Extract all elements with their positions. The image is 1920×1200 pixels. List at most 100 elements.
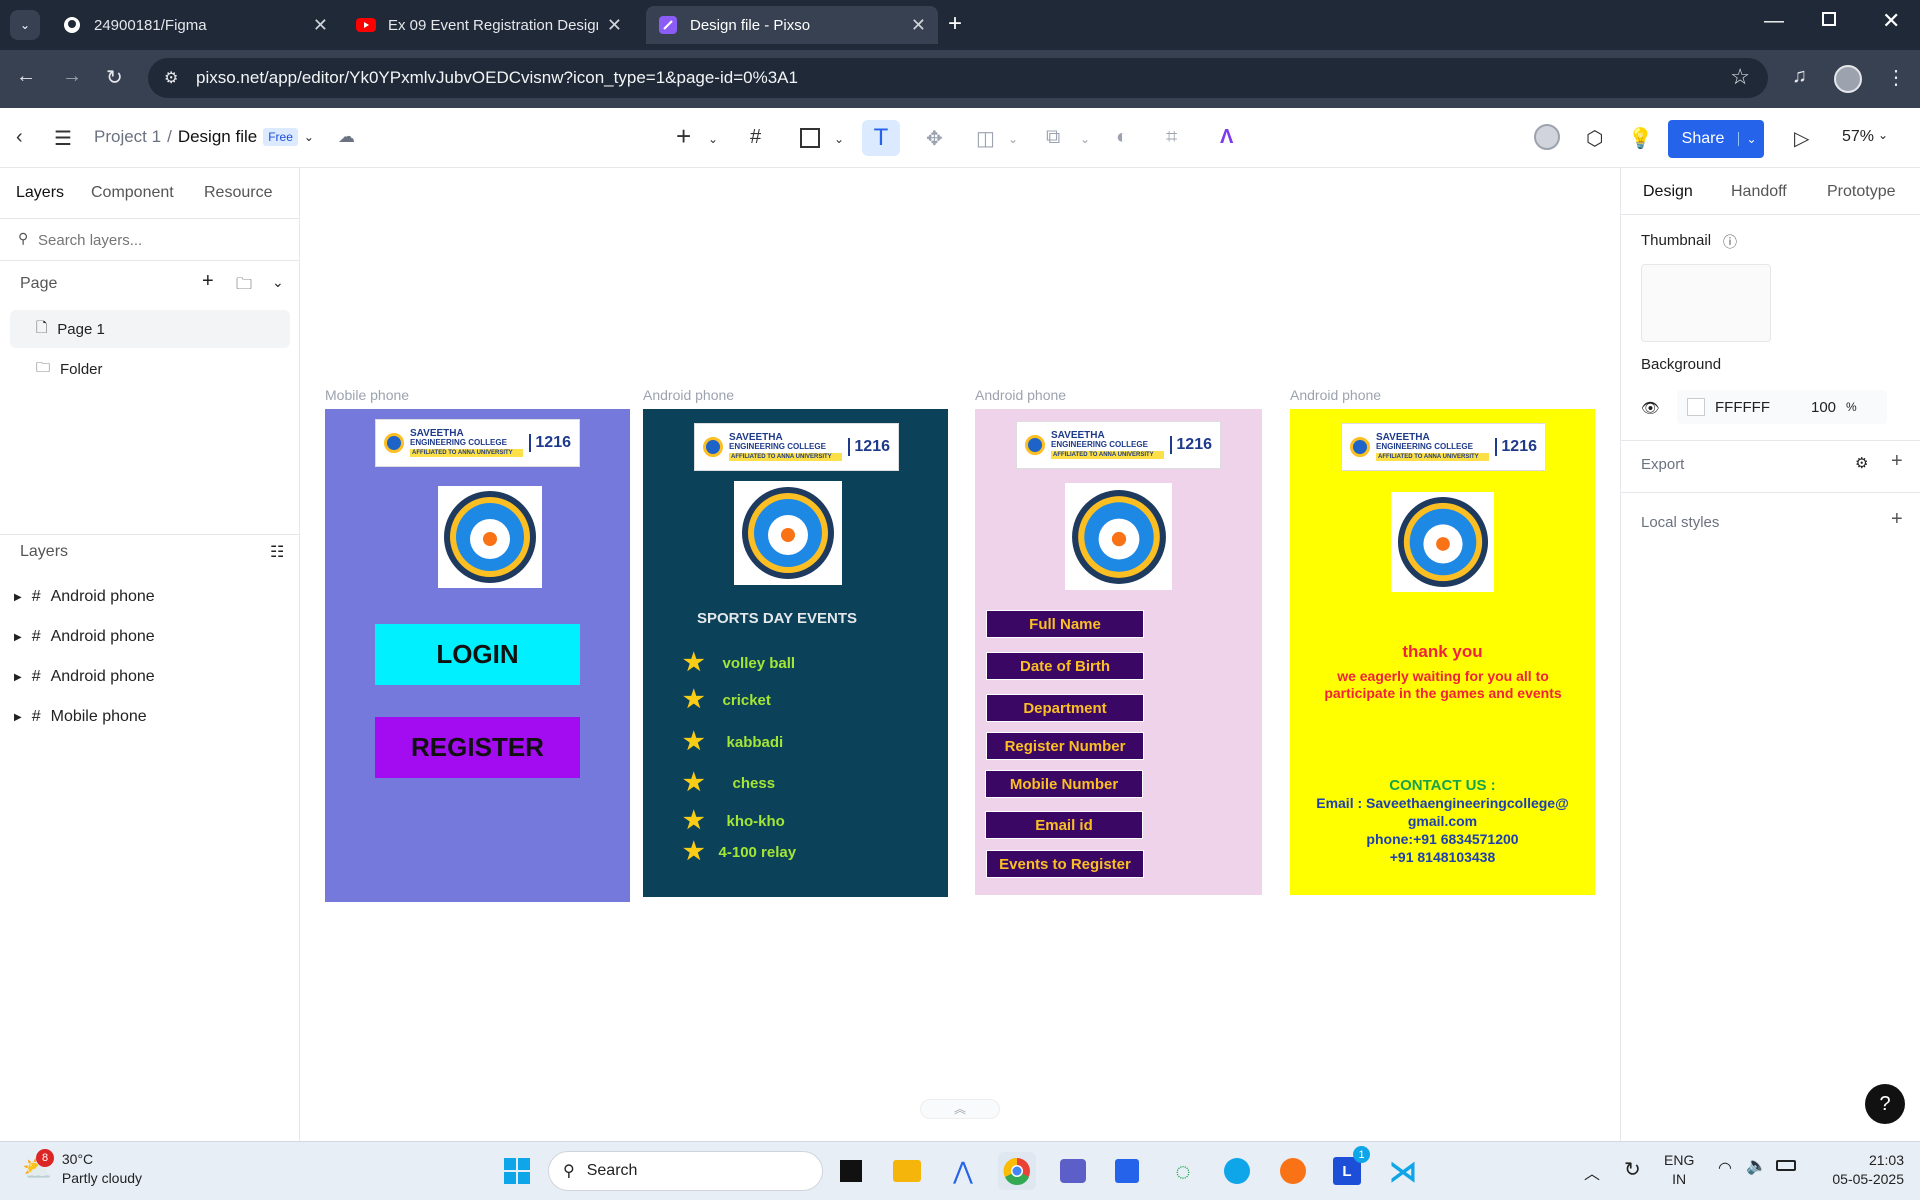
register-button[interactable]: REGISTER [375,717,580,778]
site-settings-icon[interactable]: ⚙ [164,68,178,88]
frame-android-phone-form[interactable]: SAVEETHA ENGINEERING COLLEGE AFFILIATED TO… [975,409,1262,895]
clock[interactable]: 21:03 05-05-2025 [1818,1151,1904,1189]
ai-tool-icon[interactable]: Λ [1220,126,1233,149]
bookmark-star-icon[interactable]: ☆ [1730,64,1750,90]
layer-options-icon[interactable]: ☷ [270,542,284,562]
battery-icon[interactable] [1776,1160,1796,1171]
chevron-down-icon[interactable]: ⌄ [708,132,718,146]
chevron-up-icon[interactable]: ︿ [1584,1160,1600,1184]
page-item-page-1[interactable]: 🗋 Page 1 [10,310,290,348]
file-explorer-icon[interactable] [888,1152,926,1190]
windows-start-icon[interactable] [498,1152,536,1190]
collapse-handle[interactable]: ︽ [920,1099,1000,1119]
close-icon[interactable]: ✕ [911,15,926,36]
app-icon[interactable] [1274,1152,1312,1190]
mask-tool-icon[interactable]: ◐ [1116,126,1128,149]
chevron-down-icon[interactable]: ⌄ [1080,132,1090,146]
frame-label[interactable]: Mobile phone [325,387,409,403]
expand-caret-icon[interactable]: ▶ [14,672,22,683]
form-field-full-name[interactable]: Full Name [986,610,1144,638]
wifi-icon[interactable]: ◠ [1718,1158,1732,1178]
text-tool-button[interactable]: T [862,120,900,156]
restore-button[interactable] [1822,12,1836,26]
collaborator-avatar[interactable] [1534,124,1560,150]
vscode-icon[interactable]: ⋊ [1384,1152,1422,1190]
frame-android-phone-events[interactable]: SAVEETHA ENGINEERING COLLEGE AFFILIATED TO… [643,409,948,897]
tab-pixso[interactable]: Design file - Pixso ✕ [646,6,938,44]
form-field-mobile-number[interactable]: Mobile Number [985,770,1143,798]
form-field-register-number[interactable]: Register Number [986,732,1144,760]
search-layers-input[interactable] [38,226,288,254]
media-controls-icon[interactable]: ♫ [1792,65,1807,88]
right-tab-design[interactable]: Design [1643,183,1693,201]
close-icon[interactable]: ✕ [313,15,328,36]
plugins-icon[interactable]: ⬡ [1586,126,1603,151]
frame-android-phone-thanks[interactable]: SAVEETHA ENGINEERING COLLEGE AFFILIATED TO… [1290,409,1595,895]
close-window-button[interactable]: ✕ [1882,8,1900,34]
new-tab-button[interactable]: + [948,10,962,38]
color-swatch[interactable] [1687,398,1705,416]
frame-label[interactable]: Android phone [975,387,1066,403]
forward-icon[interactable]: → [62,65,82,88]
form-field-events-to-register[interactable]: Events to Register [986,850,1144,878]
url-field[interactable]: ⚙ pixso.net/app/editor/Yk0YPxmlvJubvOEDC… [148,58,1768,98]
chevron-down-icon[interactable]: ⌄ [304,130,314,144]
minimize-button[interactable]: — [1764,10,1784,33]
add-style-icon[interactable]: + [1891,508,1903,531]
folder-icon[interactable]: 🗀 [236,273,252,300]
tab-github[interactable]: 24900181/Figma ✕ [50,6,340,44]
info-icon[interactable]: ⓘ [1723,232,1737,252]
expand-caret-icon[interactable]: ▶ [14,632,22,643]
breadcrumb-project[interactable]: Project 1 [94,127,161,147]
frame-label[interactable]: Android phone [643,387,734,403]
language-indicator[interactable]: ENG IN [1664,1151,1694,1189]
share-button[interactable]: Share ⌄ [1668,120,1764,158]
taskbar-search[interactable]: ⚲ Search [548,1151,823,1191]
form-field-email-id[interactable]: Email id [985,811,1143,839]
export-settings-icon[interactable]: ⚙ [1855,454,1868,472]
component-tool-icon[interactable]: ✥ [926,126,943,151]
hamburger-menu-icon[interactable]: ☰ [54,126,72,151]
expand-caret-icon[interactable]: ▶ [14,712,22,723]
crop-tool-icon[interactable]: ⌗ [1166,126,1177,149]
teams-icon[interactable] [1054,1152,1092,1190]
sync-icon[interactable]: ↻ [1624,1157,1641,1182]
volume-icon[interactable]: 🔈 [1746,1156,1767,1176]
app-icon[interactable]: ◌ [1164,1152,1202,1190]
chevron-down-icon[interactable]: ⌄ [834,132,844,146]
add-tool-icon[interactable]: + [676,121,691,152]
present-play-icon[interactable]: ▷ [1794,126,1809,151]
tips-bulb-icon[interactable]: 💡 [1628,126,1653,151]
rectangle-tool-icon[interactable] [800,128,820,148]
add-page-icon[interactable]: + [202,270,214,293]
design-canvas[interactable]: Mobile phone SAVEETHA ENGINEERING COLLEGE… [300,168,1620,1141]
tab-list-dropdown[interactable]: ⌄ [10,10,40,40]
task-view-icon[interactable] [832,1152,870,1190]
chrome-icon[interactable] [998,1152,1036,1190]
layer-item[interactable]: ▶ # Android phone [14,668,155,686]
reload-icon[interactable]: ↻ [106,65,123,90]
thumbnail-preview[interactable] [1641,264,1771,342]
back-arrow-icon[interactable]: ‹ [16,126,23,149]
background-color-field[interactable]: FFFFFF 100 % [1677,390,1887,424]
help-button[interactable]: ? [1865,1084,1905,1124]
left-tab-resource[interactable]: Resource [204,184,272,202]
login-button[interactable]: LOGIN [375,624,580,685]
eye-icon[interactable]: 👁 [1641,399,1660,417]
chevron-down-icon[interactable]: ⌄ [1738,132,1764,146]
back-icon[interactable]: ← [16,65,36,88]
chevron-down-icon[interactable]: ⌄ [1008,132,1018,146]
boolean-tool-icon[interactable]: ◫ [976,126,995,151]
form-field-department[interactable]: Department [986,694,1144,722]
frame-tool-icon[interactable]: # [750,126,761,149]
chevron-down-icon[interactable]: ⌄ [272,274,284,291]
auto-layout-icon[interactable]: ⧉ [1046,126,1060,149]
add-export-icon[interactable]: + [1891,450,1903,473]
layer-item[interactable]: ▶ # Android phone [14,588,155,606]
profile-avatar[interactable] [1834,65,1862,93]
zoom-dropdown[interactable]: 57% ⌄ [1842,128,1888,146]
left-tab-layers[interactable]: Layers [16,184,64,202]
edge-icon[interactable] [1218,1152,1256,1190]
expand-caret-icon[interactable]: ▶ [14,592,22,603]
layer-item[interactable]: ▶ # Android phone [14,628,155,646]
